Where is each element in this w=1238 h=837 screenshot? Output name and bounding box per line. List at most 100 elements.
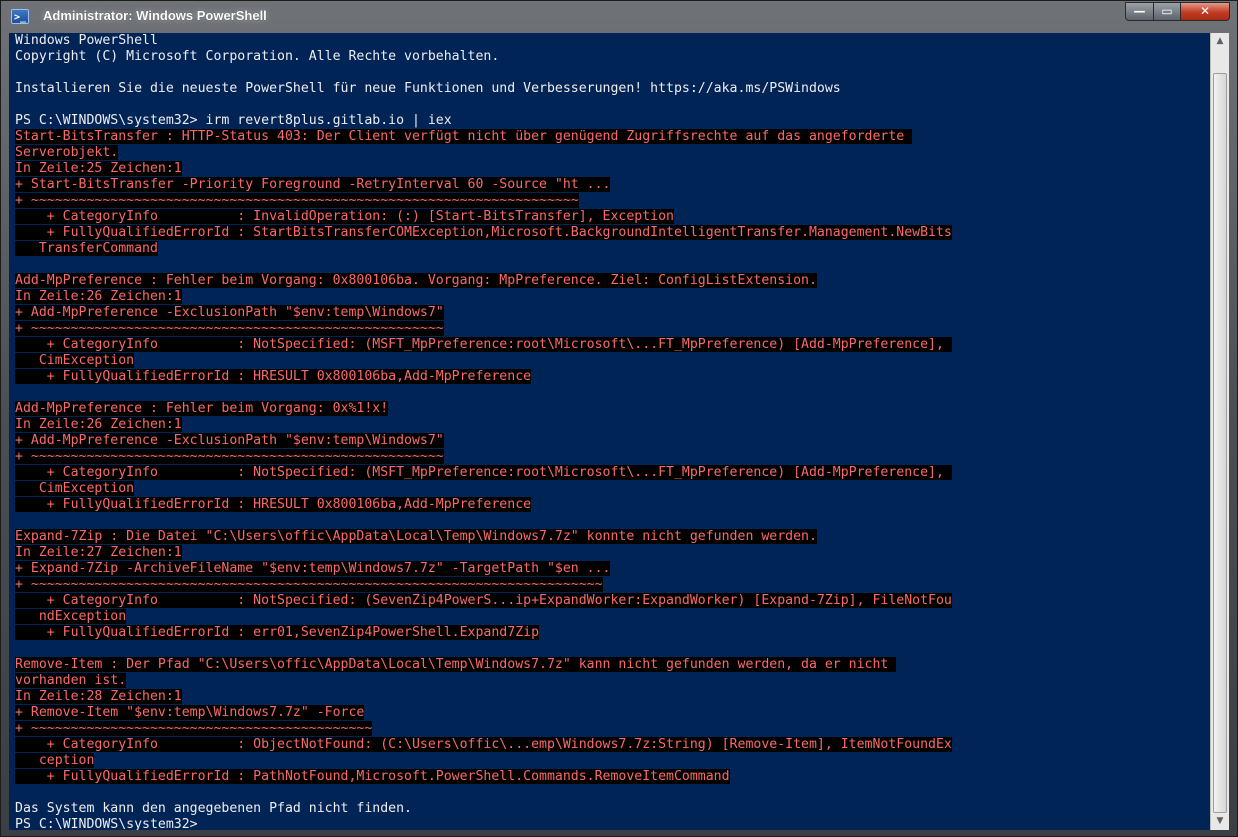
console-line-text: + FullyQualifiedErrorId : PathNotFound,M… — [15, 769, 730, 784]
console-line: + Add-MpPreference -ExclusionPath "$env:… — [15, 433, 952, 449]
console-line: In Zeile:26 Zeichen:1 — [15, 417, 952, 433]
console-line-text: In Zeile:27 Zeichen:1 — [15, 545, 182, 560]
console-line: Remove-Item : Der Pfad "C:\Users\offic\A… — [15, 657, 952, 673]
console-line-text: Start-BitsTransfer : HTTP-Status 403: De… — [15, 129, 913, 144]
console-line: Installieren Sie die neueste PowerShell … — [15, 81, 952, 97]
console-line-text: CimException — [15, 353, 135, 368]
console-line: + FullyQualifiedErrorId : HRESULT 0x8001… — [15, 369, 952, 385]
console-line: Copyright (C) Microsoft Corporation. All… — [15, 49, 952, 65]
console-line-text: vorhanden ist. — [15, 673, 127, 688]
console-line-text: + Add-MpPreference -ExclusionPath "$env:… — [15, 433, 444, 448]
console-line-text: + CategoryInfo : NotSpecified: (MSFT_MpP… — [15, 465, 952, 480]
console-line-text: TransferCommand — [15, 241, 158, 256]
console-line-text: + Remove-Item "$env:temp\Windows7.7z" -F… — [15, 705, 365, 720]
title-bar[interactable]: >_ Administrator: Windows PowerShell — ▭… — [1, 1, 1237, 33]
console-line: In Zeile:25 Zeichen:1 — [15, 161, 952, 177]
console-line-text: + Start-BitsTransfer -Priority Foregroun… — [15, 177, 611, 192]
console-line: + CategoryInfo : ObjectNotFound: (C:\Use… — [15, 737, 952, 753]
vertical-scrollbar[interactable]: ▲ ▼ — [1210, 33, 1229, 830]
scroll-up-arrow-icon[interactable]: ▲ — [1211, 33, 1229, 50]
console-line-text: + ~~~~~~~~~~~~~~~~~~~~~~~~~~~~~~~~~~~~~~… — [15, 449, 444, 464]
console-line-text: PS C:\WINDOWS\system32> — [15, 817, 198, 830]
console-line-text: In Zeile:25 Zeichen:1 — [15, 161, 182, 176]
console-line: PS C:\WINDOWS\system32> — [15, 817, 952, 830]
console-line: PS C:\WINDOWS\system32> irm revert8plus.… — [15, 113, 952, 129]
console-line: Add-MpPreference : Fehler beim Vorgang: … — [15, 401, 952, 417]
console-line: ndException — [15, 609, 952, 625]
console-line-text: + ~~~~~~~~~~~~~~~~~~~~~~~~~~~~~~~~~~~~~~… — [15, 577, 603, 592]
console-line: CimException — [15, 481, 952, 497]
console-line: TransferCommand — [15, 241, 952, 257]
console-line: Das System kann den angegebenen Pfad nic… — [15, 801, 952, 817]
scroll-down-arrow-icon[interactable]: ▼ — [1211, 813, 1229, 830]
console-line-text: PS C:\WINDOWS\system32> irm revert8plus.… — [15, 113, 452, 128]
console-line: + ~~~~~~~~~~~~~~~~~~~~~~~~~~~~~~~~~~~~~~… — [15, 721, 952, 737]
console-line: Add-MpPreference : Fehler beim Vorgang: … — [15, 273, 952, 289]
console-line-text: Add-MpPreference : Fehler beim Vorgang: … — [15, 401, 389, 416]
console-line: + ~~~~~~~~~~~~~~~~~~~~~~~~~~~~~~~~~~~~~~… — [15, 449, 952, 465]
console-lines: Windows PowerShell Copyright (C) Microsof… — [15, 33, 952, 830]
console-line-text: Expand-7Zip : Die Datei "C:\Users\offic\… — [15, 529, 817, 544]
console-line: vorhanden ist. — [15, 673, 952, 689]
console-output[interactable]: Windows PowerShell Copyright (C) Microsof… — [9, 33, 1210, 830]
console-line-text: In Zeile:28 Zeichen:1 — [15, 689, 182, 704]
console-line: Serverobjekt. — [15, 145, 952, 161]
console-line: + Expand-7Zip -ArchiveFileName "$env:tem… — [15, 561, 952, 577]
console-line-text: Installieren Sie die neueste PowerShell … — [15, 81, 841, 96]
console-line: + CategoryInfo : NotSpecified: (MSFT_MpP… — [15, 465, 952, 481]
console-line-text: + FullyQualifiedErrorId : HRESULT 0x8001… — [15, 369, 532, 384]
console-line: + ~~~~~~~~~~~~~~~~~~~~~~~~~~~~~~~~~~~~~~… — [15, 193, 952, 209]
scrollbar-thumb[interactable] — [1213, 73, 1227, 813]
console-line: + Add-MpPreference -ExclusionPath "$env:… — [15, 305, 952, 321]
console-line-text: + CategoryInfo : NotSpecified: (SevenZip… — [15, 593, 952, 608]
maximize-button[interactable]: ▭ — [1153, 2, 1181, 21]
console-line-text: Serverobjekt. — [15, 145, 119, 160]
console-line: CimException — [15, 353, 952, 369]
close-button[interactable]: ✕ — [1180, 2, 1230, 21]
console-line: + FullyQualifiedErrorId : PathNotFound,M… — [15, 769, 952, 785]
minimize-button[interactable]: — — [1125, 2, 1154, 21]
console-line-text: + ~~~~~~~~~~~~~~~~~~~~~~~~~~~~~~~~~~~~~~… — [15, 721, 373, 736]
console-line: In Zeile:26 Zeichen:1 — [15, 289, 952, 305]
console-line: + FullyQualifiedErrorId : HRESULT 0x8001… — [15, 497, 952, 513]
console-line-text: Remove-Item : Der Pfad "C:\Users\offic\A… — [15, 657, 897, 672]
console-line-text: + CategoryInfo : ObjectNotFound: (C:\Use… — [15, 737, 952, 752]
console-line: ception — [15, 753, 952, 769]
console-line-text: + ~~~~~~~~~~~~~~~~~~~~~~~~~~~~~~~~~~~~~~… — [15, 193, 579, 208]
console-line-text: + FullyQualifiedErrorId : StartBitsTrans… — [15, 225, 952, 240]
powershell-window: >_ Administrator: Windows PowerShell — ▭… — [0, 0, 1238, 837]
console-line: Start-BitsTransfer : HTTP-Status 403: De… — [15, 129, 952, 145]
console-line: + CategoryInfo : NotSpecified: (SevenZip… — [15, 593, 952, 609]
console-line: + Remove-Item "$env:temp\Windows7.7z" -F… — [15, 705, 952, 721]
console-line-text: + Add-MpPreference -ExclusionPath "$env:… — [15, 305, 444, 320]
console-line: + CategoryInfo : NotSpecified: (MSFT_MpP… — [15, 337, 952, 353]
console-line-text: + ~~~~~~~~~~~~~~~~~~~~~~~~~~~~~~~~~~~~~~… — [15, 321, 444, 336]
console-line: + Start-BitsTransfer -Priority Foregroun… — [15, 177, 952, 193]
powershell-icon[interactable]: >_ — [11, 9, 29, 24]
console-line: Expand-7Zip : Die Datei "C:\Users\offic\… — [15, 529, 952, 545]
console-line: In Zeile:28 Zeichen:1 — [15, 689, 952, 705]
console-line: + ~~~~~~~~~~~~~~~~~~~~~~~~~~~~~~~~~~~~~~… — [15, 321, 952, 337]
console-line: + FullyQualifiedErrorId : err01,SevenZip… — [15, 625, 952, 641]
console-line-text: Windows PowerShell — [15, 33, 158, 48]
console-line-text: Add-MpPreference : Fehler beim Vorgang: … — [15, 273, 817, 288]
console-line-text: Das System kann den angegebenen Pfad nic… — [15, 801, 412, 816]
console-line: In Zeile:27 Zeichen:1 — [15, 545, 952, 561]
console-line-text: + FullyQualifiedErrorId : err01,SevenZip… — [15, 625, 540, 640]
console-line-text: + CategoryInfo : InvalidOperation: (:) [… — [15, 209, 674, 224]
console-line-text: + FullyQualifiedErrorId : HRESULT 0x8001… — [15, 497, 532, 512]
console-line-text: In Zeile:26 Zeichen:1 — [15, 417, 182, 432]
console-line-text: CimException — [15, 481, 135, 496]
console-line-text: ndException — [15, 609, 127, 624]
window-title: Administrator: Windows PowerShell — [43, 8, 267, 23]
console-line: + CategoryInfo : InvalidOperation: (:) [… — [15, 209, 952, 225]
console-line-text: + CategoryInfo : NotSpecified: (MSFT_MpP… — [15, 337, 952, 352]
console-line: Windows PowerShell — [15, 33, 952, 49]
console-line-text: Copyright (C) Microsoft Corporation. All… — [15, 49, 500, 64]
